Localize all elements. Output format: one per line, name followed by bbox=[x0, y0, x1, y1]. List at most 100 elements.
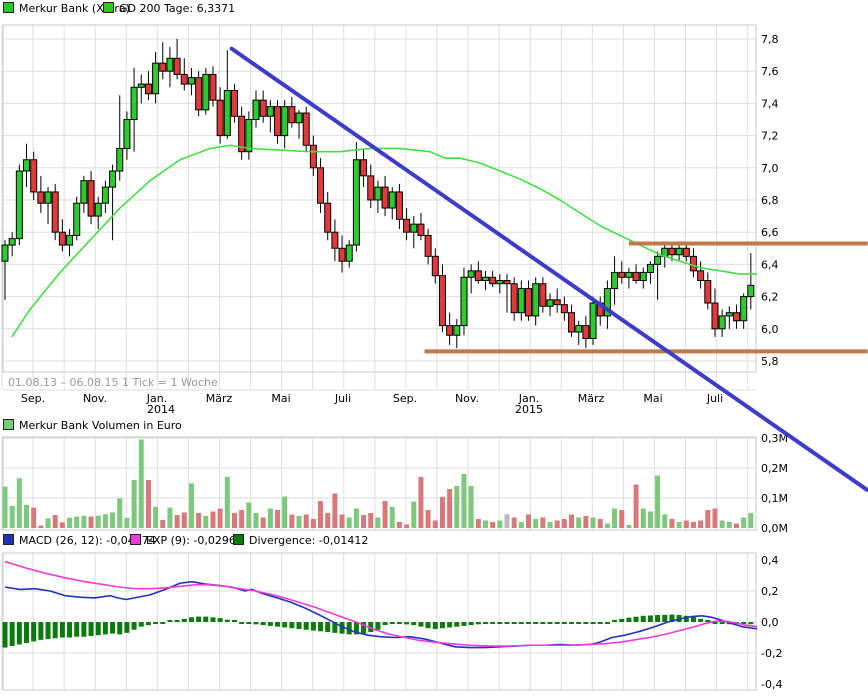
volume-bar bbox=[231, 513, 237, 528]
volume-bar bbox=[511, 517, 517, 528]
axis-tick-label: 0,1M bbox=[761, 492, 788, 505]
candle-body bbox=[116, 147, 124, 172]
axis-tick-label: 7,8 bbox=[761, 33, 779, 46]
volume-bar bbox=[468, 486, 474, 528]
candle-body bbox=[525, 288, 533, 317]
candle-body bbox=[740, 296, 748, 322]
divergence-bar bbox=[447, 622, 453, 628]
volume-bar bbox=[102, 514, 108, 528]
divergence-bar bbox=[81, 622, 87, 637]
volume-bar bbox=[303, 514, 309, 528]
divergence-bar bbox=[640, 615, 646, 622]
axis-tick-label: 7,0 bbox=[761, 162, 779, 175]
candle-body bbox=[195, 77, 203, 111]
candle-body bbox=[388, 191, 396, 209]
divergence-bar bbox=[597, 622, 603, 624]
axis-tick-label: 0,0 bbox=[761, 616, 779, 629]
volume-bar bbox=[160, 519, 166, 528]
divergence-bar bbox=[604, 622, 610, 624]
candle-body bbox=[725, 312, 733, 317]
volume-bar bbox=[95, 515, 101, 528]
divergence-bar bbox=[518, 622, 524, 624]
divergence-bar bbox=[439, 622, 445, 629]
candle-body bbox=[481, 276, 489, 281]
candle-body bbox=[424, 234, 432, 257]
ma200-line bbox=[11, 144, 757, 338]
candle-body bbox=[87, 180, 95, 217]
axis-tick-label: 7,6 bbox=[761, 65, 779, 78]
volume-bars bbox=[2, 439, 754, 528]
divergence-bar bbox=[490, 622, 496, 624]
axis-labels: 7,87,67,47,27,06,86,66,46,26,05,80,3M0,2… bbox=[21, 33, 788, 691]
candle-body bbox=[8, 238, 16, 246]
volume-bar bbox=[88, 516, 94, 528]
axis-tick-label: 0,2M bbox=[761, 462, 788, 475]
series-marker-icon bbox=[3, 2, 14, 13]
volume-bar bbox=[518, 522, 524, 528]
price-legend: Merkur Bank (Xetra) GD 200 Tage: 6,3371 bbox=[3, 2, 235, 15]
divergence-bar bbox=[153, 622, 159, 624]
candle-body bbox=[697, 270, 705, 281]
volume-bar bbox=[289, 514, 295, 528]
divergence-bar bbox=[719, 622, 725, 624]
candle-body bbox=[618, 271, 626, 278]
volume-bar bbox=[145, 480, 151, 528]
candle-body bbox=[37, 191, 45, 204]
divergence-bar bbox=[389, 622, 395, 624]
divergence-bar bbox=[540, 622, 546, 624]
exp-marker-icon bbox=[130, 534, 141, 545]
divergence-bar bbox=[167, 620, 173, 622]
divergence-bar bbox=[504, 622, 510, 624]
divergence-bar bbox=[74, 622, 80, 637]
volume-bar bbox=[590, 517, 596, 528]
candle-body bbox=[166, 57, 174, 72]
volume-bar bbox=[547, 522, 553, 528]
axis-tick-label: 0,0M bbox=[761, 522, 788, 535]
divergence-bar bbox=[411, 622, 417, 626]
divergence-bar bbox=[45, 622, 51, 640]
divergence-bar bbox=[246, 622, 252, 624]
volume-bar bbox=[597, 519, 603, 528]
candle-body bbox=[611, 271, 619, 290]
volume-bar bbox=[461, 474, 467, 528]
volume-bar bbox=[188, 483, 194, 528]
ma200-marker-icon bbox=[103, 2, 114, 13]
candle-body bbox=[123, 119, 131, 149]
divergence-bar bbox=[138, 622, 144, 627]
volume-bar bbox=[583, 516, 589, 528]
candle-body bbox=[711, 302, 719, 330]
axis-tick-label: -0,2 bbox=[761, 647, 782, 660]
volume-bar bbox=[626, 525, 632, 528]
volume-bar bbox=[612, 508, 618, 528]
candle-body bbox=[130, 86, 138, 121]
candle-body bbox=[732, 312, 740, 322]
divergence-bar bbox=[59, 622, 65, 638]
divergence-bar bbox=[690, 617, 696, 622]
volume-bar bbox=[418, 477, 424, 528]
divergence-bar bbox=[88, 622, 94, 636]
candle-body bbox=[338, 247, 346, 262]
candle-body bbox=[202, 73, 210, 111]
volume-bar bbox=[748, 513, 754, 528]
divergence-bar bbox=[145, 622, 151, 626]
divergence-bar bbox=[117, 622, 123, 635]
divergence-label: Divergence: -0,01412 bbox=[249, 534, 369, 547]
volume-bar bbox=[604, 523, 610, 528]
axis-tick-label: 0,2 bbox=[761, 585, 779, 598]
candle-body bbox=[503, 280, 511, 285]
volume-bar bbox=[497, 520, 503, 528]
candle-body bbox=[252, 99, 260, 120]
axis-tick-label: Juli bbox=[334, 392, 351, 405]
volume-bar bbox=[569, 514, 575, 528]
divergence-bar bbox=[655, 615, 661, 622]
volume-bar bbox=[210, 511, 216, 528]
date-range-note: 01.08.13 – 06.08.15 1 Tick = 1 Woche bbox=[8, 376, 218, 389]
axis-tick-label: 6,0 bbox=[761, 323, 779, 336]
axis-tick-label: 0,4 bbox=[761, 554, 779, 567]
candle-body bbox=[689, 255, 697, 272]
candle-body bbox=[496, 280, 504, 285]
candle-body bbox=[575, 325, 583, 333]
candle-body bbox=[73, 202, 81, 236]
macd-legend: MACD (26, 12): -0,04374 EXP (9): -0,0296… bbox=[3, 534, 368, 547]
volume-bar bbox=[533, 519, 539, 528]
